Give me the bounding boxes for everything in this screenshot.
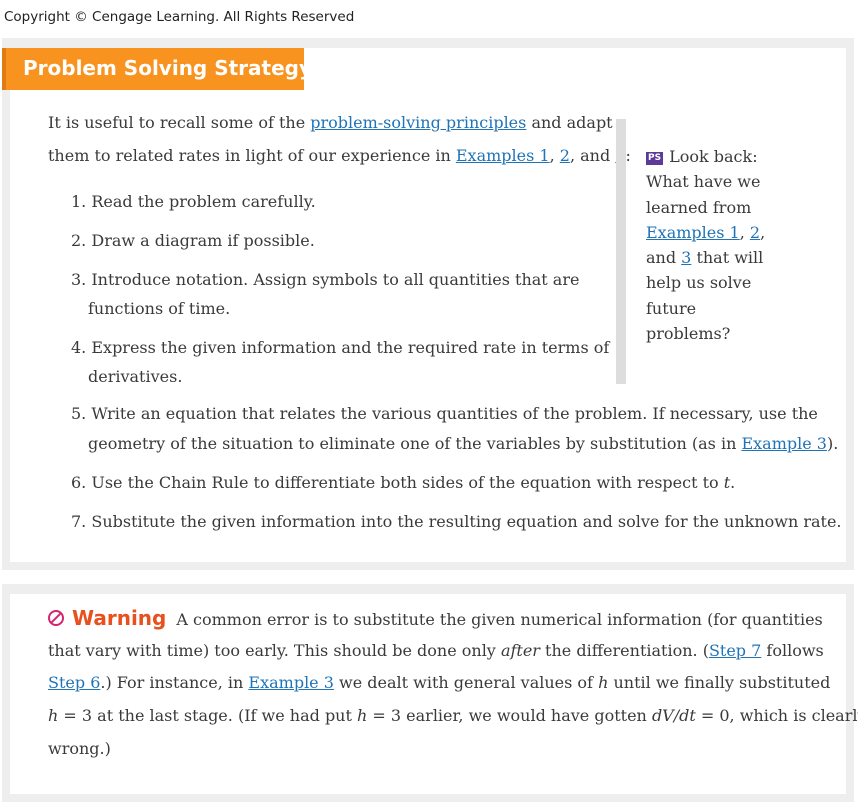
warning-text: A common error is to substitute the give…	[176, 610, 823, 629]
derivative-dv-dt: dV/dt	[651, 706, 696, 725]
step-5: 5. Write an equation that relates the va…	[71, 399, 818, 428]
look-back-heading: Look back:	[669, 147, 758, 166]
warning-text: = 0, which is clearly	[695, 706, 858, 725]
step-number: 7.	[71, 512, 87, 531]
intro-text-line2: them to related rates in light of our ex…	[48, 146, 456, 165]
step-3-cont: functions of time.	[88, 294, 230, 323]
example-3-link[interactable]: Example 3	[248, 673, 334, 692]
examples-1-link[interactable]: Examples 1	[646, 223, 740, 242]
step-1: 1. Read the problem carefully.	[71, 187, 316, 216]
step-number: 6.	[71, 473, 87, 492]
warning-text: follows	[761, 641, 824, 660]
separator: ,	[760, 222, 766, 242]
warning-text: the differentiation. (	[539, 641, 709, 660]
step-5-cont: geometry of the situation to eliminate o…	[88, 429, 838, 458]
warning-text: that vary with time) too early. This sho…	[48, 641, 501, 660]
step-2: 2. Draw a diagram if possible.	[71, 226, 315, 255]
warning-text: = 3 earlier, we would have gotten	[367, 706, 652, 725]
example-3-link[interactable]: Example 3	[741, 434, 827, 453]
look-back-text: problems?	[646, 324, 731, 344]
example-3-link[interactable]: 3	[681, 248, 691, 267]
step-6-link[interactable]: Step 6	[48, 673, 100, 692]
examples-1-link[interactable]: Examples 1	[456, 146, 550, 165]
warning-line-2: that vary with time) too early. This sho…	[48, 635, 824, 667]
step-6: 6. Use the Chain Rule to differentiate b…	[71, 468, 735, 497]
intro-text: It is useful to recall some of the	[48, 113, 311, 132]
step-text: Express the given information and the re…	[91, 338, 610, 357]
look-back-text: What have we	[646, 172, 761, 192]
copyright-notice: Copyright © Cengage Learning. All Rights…	[4, 9, 355, 25]
step-3: 3. Introduce notation. Assign symbols to…	[71, 265, 579, 294]
look-back-text: future	[646, 298, 697, 318]
separator: ,	[739, 222, 750, 242]
step-4-cont: derivatives.	[88, 362, 182, 391]
look-back-text: learned from	[646, 197, 752, 217]
warning-line-5: wrong.)	[48, 733, 111, 765]
step-text: .	[730, 473, 736, 492]
step-7-link[interactable]: Step 7	[709, 641, 761, 660]
step-7: 7. Substitute the given information into…	[71, 507, 842, 536]
step-number: 1.	[71, 192, 87, 211]
warning-line-3: Step 6.) For instance, in Example 3 we d…	[48, 667, 830, 699]
look-back-note: PS Look back: What have we learned from E…	[646, 144, 765, 346]
strategy-title: Problem Solving Strategy	[23, 56, 313, 80]
sidebar-rule	[616, 119, 626, 384]
example-2-link[interactable]: 2	[560, 146, 570, 165]
step-text: ).	[826, 434, 839, 453]
example-2-link[interactable]: 2	[750, 223, 760, 242]
problem-solving-principles-link[interactable]: problem-solving principles	[310, 113, 526, 132]
step-text: derivatives.	[88, 367, 183, 386]
warning-text: we dealt with general values of	[333, 673, 599, 692]
step-text: Read the problem carefully.	[91, 192, 316, 211]
warning-text: wrong.)	[48, 739, 111, 758]
step-text: geometry of the situation to eliminate o…	[88, 434, 742, 453]
step-text: Substitute the given information into th…	[91, 512, 842, 531]
warning-prohibited-icon	[48, 610, 64, 626]
ps-badge-icon: PS	[646, 152, 664, 165]
intro-text-cont: and adapt	[526, 113, 613, 132]
variable-h: h	[48, 706, 59, 725]
warning-line-4: h = 3 at the last stage. (If we had put …	[48, 700, 858, 732]
strategy-intro: It is useful to recall some of the probl…	[48, 108, 631, 170]
colon: :	[625, 146, 631, 165]
look-back-text: and	[646, 248, 682, 268]
step-text: Use the Chain Rule to differentiate both…	[91, 473, 724, 492]
step-text: Draw a diagram if possible.	[91, 231, 315, 250]
step-text: functions of time.	[88, 299, 231, 318]
step-4: 4. Express the given information and the…	[71, 333, 609, 362]
look-back-text: help us solve	[646, 273, 752, 293]
strategy-title-bar: Problem Solving Strategy	[2, 48, 312, 90]
step-number: 2.	[71, 231, 87, 250]
warning-text: = 3 at the last stage. (If we had put	[58, 706, 357, 725]
variable-h: h	[357, 706, 368, 725]
step-text: Write an equation that relates the vario…	[91, 404, 818, 423]
step-number: 4.	[71, 338, 87, 357]
separator: ,	[549, 146, 560, 165]
warning-line-1: Warning A common error is to substitute t…	[48, 602, 823, 636]
variable-h: h	[598, 673, 609, 692]
step-number: 3.	[71, 270, 87, 289]
warning-title: Warning	[72, 606, 167, 630]
step-text: Introduce notation. Assign symbols to al…	[91, 270, 580, 289]
warning-text: until we finally substituted	[608, 673, 831, 692]
separator: , and	[569, 146, 616, 165]
look-back-text: that will	[691, 248, 764, 268]
warning-text: .) For instance, in	[100, 673, 249, 692]
step-number: 5.	[71, 404, 87, 423]
warning-emphasis: after	[500, 641, 540, 660]
